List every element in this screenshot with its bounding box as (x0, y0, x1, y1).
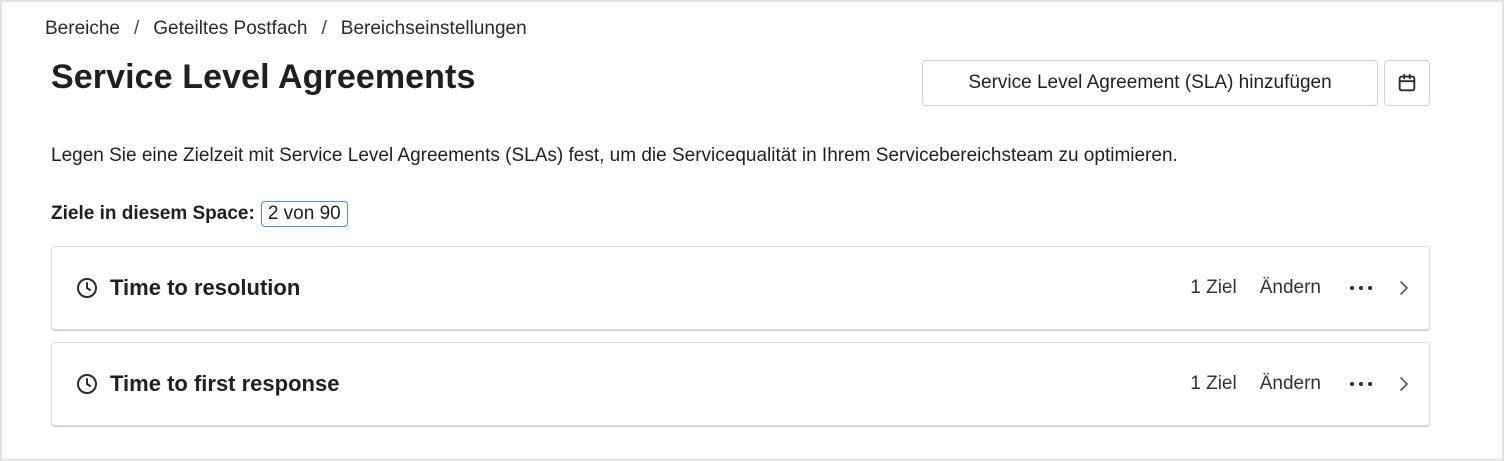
breadcrumb-separator: / (134, 18, 140, 39)
goals-label: Ziele in diesem Space: (51, 203, 255, 224)
chevron-right-icon[interactable] (1395, 274, 1413, 302)
page-frame: Bereiche / Geteiltes Postfach / Bereichs… (0, 0, 1504, 461)
clock-icon (74, 275, 100, 301)
breadcrumb: Bereiche / Geteiltes Postfach / Bereichs… (45, 18, 527, 40)
goals-count-badge: 2 von 90 (260, 201, 348, 227)
more-options-icon[interactable] (1347, 370, 1375, 398)
breadcrumb-separator: / (321, 18, 327, 39)
goals-summary: Ziele in diesem Space: 2 von 90 (51, 201, 348, 227)
sla-description: Legen Sie eine Zielzeit mit Service Leve… (51, 145, 1178, 166)
chevron-right-icon[interactable] (1395, 370, 1413, 398)
sla-edit-button[interactable]: Ändern (1260, 373, 1321, 395)
breadcrumb-item-bereiche[interactable]: Bereiche (45, 18, 120, 40)
breadcrumb-item-geteiltes-postfach[interactable]: Geteiltes Postfach (153, 18, 307, 40)
calendar-button[interactable] (1384, 60, 1430, 106)
sla-goal-count: 1 Ziel (1190, 373, 1237, 394)
calendar-icon (1398, 73, 1416, 92)
sla-title: Time to first response (110, 371, 340, 396)
breadcrumb-item-bereichseinstellungen[interactable]: Bereichseinstellungen (341, 18, 527, 40)
sla-edit-button[interactable]: Ändern (1260, 277, 1321, 299)
more-options-icon[interactable] (1347, 274, 1375, 302)
page-title: Service Level Agreements (51, 58, 476, 96)
clock-icon (74, 371, 100, 397)
sla-goal-count: 1 Ziel (1190, 277, 1237, 298)
sla-title: Time to resolution (110, 275, 301, 300)
sla-card-time-to-first-response[interactable]: Time to first response 1 Ziel Ändern (51, 342, 1430, 426)
sla-card-time-to-resolution[interactable]: Time to resolution 1 Ziel Ändern (51, 246, 1430, 330)
add-sla-button[interactable]: Service Level Agreement (SLA) hinzufügen (922, 60, 1378, 106)
